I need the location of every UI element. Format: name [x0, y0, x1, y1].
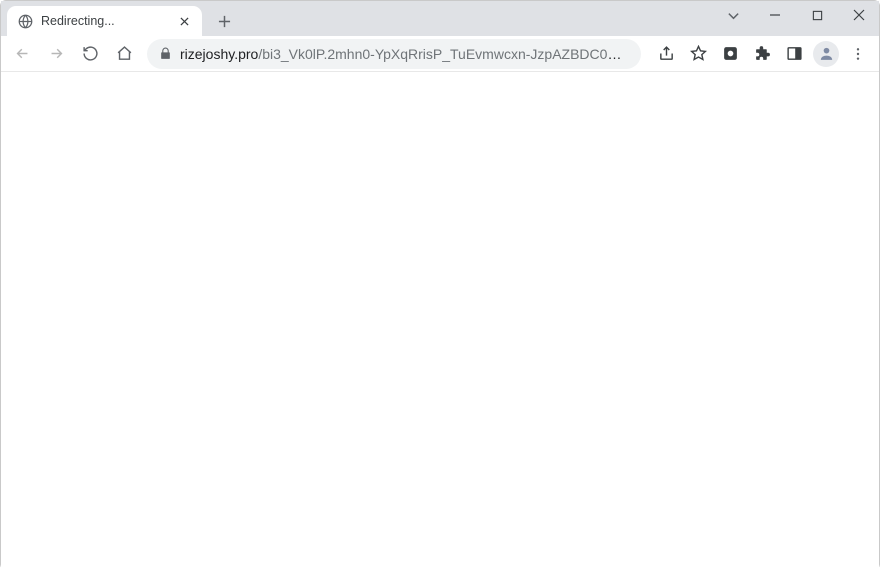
forward-button[interactable] [41, 39, 71, 69]
browser-tab[interactable]: Redirecting... [7, 6, 202, 36]
home-button[interactable] [109, 39, 139, 69]
window-maximize-button[interactable] [803, 1, 831, 29]
globe-icon [17, 13, 33, 29]
window-controls [719, 1, 873, 29]
share-button[interactable] [651, 39, 681, 69]
reload-button[interactable] [75, 39, 105, 69]
url-path: /bi3_Vk0lP.2mhn0-YpXqRrisP_TuEvmwcxn-Jzp… [258, 46, 629, 62]
toolbar-actions [649, 39, 873, 69]
chrome-menu-button[interactable] [843, 39, 873, 69]
tab-close-button[interactable] [176, 13, 192, 29]
address-bar[interactable]: rizejoshy.pro/bi3_Vk0lP.2mhn0-YpXqRrisP_… [147, 39, 641, 69]
url-domain: rizejoshy.pro [180, 46, 258, 62]
url-text: rizejoshy.pro/bi3_Vk0lP.2mhn0-YpXqRrisP_… [180, 46, 629, 62]
extensions-button[interactable] [747, 39, 777, 69]
window-close-button[interactable] [845, 1, 873, 29]
lock-icon [159, 47, 172, 60]
tab-title: Redirecting... [41, 14, 168, 28]
side-panel-button[interactable] [779, 39, 809, 69]
bookmark-button[interactable] [683, 39, 713, 69]
page-content [1, 72, 879, 571]
profile-avatar[interactable] [813, 41, 839, 67]
extension-icon[interactable] [715, 39, 745, 69]
back-button[interactable] [7, 39, 37, 69]
browser-toolbar: rizejoshy.pro/bi3_Vk0lP.2mhn0-YpXqRrisP_… [1, 36, 879, 72]
window-minimize-button[interactable] [761, 1, 789, 29]
tab-strip: Redirecting... [1, 1, 879, 36]
tab-search-button[interactable] [719, 1, 747, 29]
new-tab-button[interactable] [210, 7, 238, 35]
